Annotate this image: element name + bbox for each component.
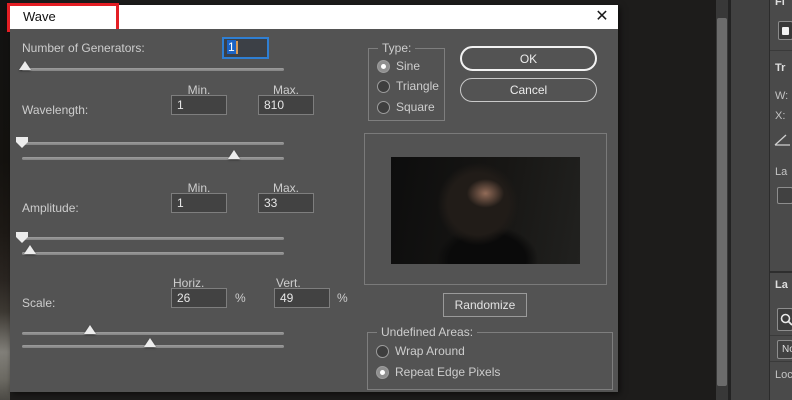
amplitude-max-input[interactable] bbox=[258, 193, 314, 213]
side-panel: Fi Tr W: X: La La No Loc bbox=[769, 0, 792, 400]
preview-panel bbox=[364, 133, 607, 285]
dialog-titlebar[interactable]: Wave ✕ bbox=[10, 5, 618, 29]
search-icon bbox=[780, 313, 792, 326]
wave-dialog: Wave ✕ Number of Generators: 1 Min. Max.… bbox=[7, 3, 618, 392]
close-icon[interactable]: ✕ bbox=[592, 7, 612, 27]
panel-top-label: Fi bbox=[775, 0, 785, 8]
undefined-areas-legend: Undefined Areas: bbox=[377, 325, 478, 339]
radio-triangle[interactable] bbox=[377, 80, 390, 93]
panel-divider bbox=[770, 50, 792, 51]
undefined-areas-group: Undefined Areas: Wrap Around Repeat Edge… bbox=[367, 325, 613, 390]
x-position-label: X: bbox=[775, 110, 786, 122]
scrollbar-thumb[interactable] bbox=[717, 18, 727, 386]
amplitude-min-input[interactable] bbox=[171, 193, 227, 213]
scale-horiz-input[interactable] bbox=[171, 288, 227, 308]
scale-horiz-slider-thumb[interactable] bbox=[84, 325, 97, 334]
scale-label: Scale: bbox=[22, 296, 56, 310]
radio-sine-label: Sine bbox=[396, 59, 421, 73]
wavelength-min-slider-thumb[interactable] bbox=[16, 137, 28, 148]
panel-section-divider bbox=[770, 271, 792, 273]
radio-sine[interactable] bbox=[377, 60, 390, 73]
amplitude-min-slider[interactable] bbox=[16, 232, 284, 243]
panel-divider bbox=[770, 335, 792, 336]
wavelength-label: Wavelength: bbox=[22, 103, 89, 117]
generators-value: 1 bbox=[227, 40, 236, 54]
amplitude-max-slider-thumb[interactable] bbox=[23, 245, 36, 254]
generators-label: Number of Generators: bbox=[22, 41, 145, 55]
transform-section-title: Tr bbox=[775, 62, 786, 74]
generators-slider-thumb[interactable] bbox=[18, 61, 31, 70]
radio-wrap-around-label: Wrap Around bbox=[395, 344, 465, 358]
radio-repeat-edge-pixels[interactable] bbox=[376, 366, 389, 379]
ok-button[interactable]: OK bbox=[460, 46, 597, 71]
wavelength-max-input[interactable] bbox=[258, 95, 314, 115]
wavelength-max-slider[interactable] bbox=[22, 150, 284, 160]
text-caret bbox=[235, 41, 238, 55]
panel-divider bbox=[770, 361, 792, 362]
wavelength-max-slider-thumb[interactable] bbox=[228, 150, 241, 159]
wavelength-min-input[interactable] bbox=[171, 95, 227, 115]
layers-search-field[interactable] bbox=[777, 308, 792, 331]
randomize-button[interactable]: Randomize bbox=[443, 293, 527, 317]
type-group: Type: Sine Triangle Square bbox=[368, 41, 445, 121]
layers-panel-title: La bbox=[775, 279, 788, 291]
layer-icon bbox=[782, 27, 789, 35]
screen: Fi Tr W: X: La La No Loc Wave ✕ bbox=[0, 0, 792, 400]
cancel-button[interactable]: Cancel bbox=[460, 78, 597, 102]
lock-label: Loc bbox=[775, 369, 792, 381]
radio-repeat-edge-pixels-label: Repeat Edge Pixels bbox=[395, 365, 501, 379]
dialog-body: Number of Generators: 1 Min. Max. Wavele… bbox=[10, 29, 618, 392]
amplitude-label: Amplitude: bbox=[22, 201, 79, 215]
angle-icon bbox=[774, 134, 790, 146]
scale-vert-input[interactable] bbox=[274, 288, 330, 308]
scale-vert-slider[interactable] bbox=[22, 338, 284, 348]
wavelength-min-slider[interactable] bbox=[16, 137, 284, 148]
scale-vert-slider-thumb[interactable] bbox=[144, 338, 157, 347]
radio-triangle-label: Triangle bbox=[396, 79, 439, 93]
generators-input[interactable]: 1 bbox=[222, 37, 269, 59]
generators-slider[interactable] bbox=[18, 61, 284, 71]
amplitude-min-slider-thumb[interactable] bbox=[16, 232, 28, 243]
preview-image bbox=[391, 157, 580, 264]
blend-mode-select[interactable]: No bbox=[777, 340, 792, 359]
type-group-legend: Type: bbox=[378, 41, 416, 55]
panel-tool-button[interactable] bbox=[778, 21, 792, 40]
panel-partial-field[interactable] bbox=[777, 187, 792, 204]
scale-horiz-slider[interactable] bbox=[22, 325, 284, 335]
background-photo-edge bbox=[0, 0, 10, 400]
panel-gutter bbox=[731, 0, 769, 400]
vert-percent-label: % bbox=[337, 291, 348, 305]
width-label: W: bbox=[775, 90, 789, 102]
horiz-percent-label: % bbox=[235, 291, 246, 305]
radio-square[interactable] bbox=[377, 101, 390, 114]
radio-square-label: Square bbox=[396, 100, 435, 114]
canvas-scrollbar[interactable] bbox=[716, 0, 728, 400]
amplitude-max-slider[interactable] bbox=[22, 245, 284, 255]
layer-label: La bbox=[775, 166, 788, 178]
radio-wrap-around[interactable] bbox=[376, 345, 389, 358]
dialog-title: Wave bbox=[23, 9, 56, 24]
